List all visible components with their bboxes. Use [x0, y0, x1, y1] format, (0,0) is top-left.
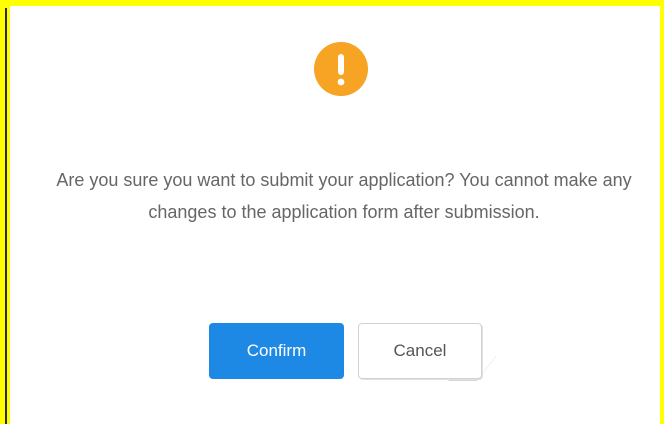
left-frame-line	[5, 8, 7, 424]
cancel-button[interactable]: Cancel	[358, 323, 482, 379]
dialog-message: Are you sure you want to submit your app…	[56, 170, 632, 222]
confirmation-dialog: Are you sure you want to submit your app…	[10, 6, 660, 424]
exclamation-icon	[314, 42, 368, 96]
left-frame-edge	[0, 0, 4, 424]
confirm-button[interactable]: Confirm	[209, 323, 344, 379]
